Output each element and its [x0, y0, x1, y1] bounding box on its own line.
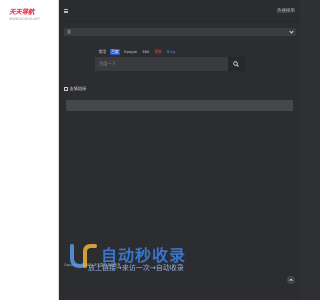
site-logo[interactable]: 天天导航 WWW.SOGHU.NET [9, 6, 51, 21]
friend-links-heading: 友情链接 [64, 86, 86, 92]
category-select-value: 全 [67, 29, 71, 34]
engine-tab-common[interactable]: 常用 [97, 49, 108, 55]
category-select[interactable]: 全 [64, 28, 296, 36]
engine-tab-baidu[interactable]: 百度 [109, 48, 121, 55]
engine-tab-bing[interactable]: Bing [165, 49, 176, 55]
search-icon [233, 61, 239, 67]
chevron-down-icon [289, 29, 294, 34]
back-to-top-button[interactable] [287, 276, 295, 284]
friend-links-list [66, 100, 293, 111]
menu-icon[interactable] [64, 9, 68, 13]
friend-links-title: 友情链接 [69, 86, 87, 91]
search-button[interactable] [228, 57, 245, 71]
logo-url: WWW.SOGHU.NET [9, 17, 41, 21]
hot-list-link[interactable]: 热搜榜单 [277, 8, 295, 14]
watermark: 自动秒收录 放上链接→来访一次→自动收录 [68, 240, 238, 276]
watermark-subtitle: 放上链接→来访一次→自动收录 [88, 264, 184, 272]
link-icon [64, 87, 68, 91]
search-engine-tabs: 常用 百度 Google 360 搜狗 Bing [97, 48, 177, 55]
sidebar: 天天导航 WWW.SOGHU.NET [0, 0, 59, 300]
chevron-up-icon [289, 278, 293, 282]
engine-tab-sogou[interactable]: 搜狗 [153, 49, 164, 55]
engine-tab-google[interactable]: Google [122, 49, 138, 55]
search-box: 百度一下 [95, 57, 245, 71]
top-bar: 热搜榜单 [59, 0, 300, 22]
engine-tab-360[interactable]: 360 [141, 49, 151, 55]
logo-title: 天天导航 [9, 8, 35, 16]
search-input[interactable]: 百度一下 [99, 61, 116, 67]
